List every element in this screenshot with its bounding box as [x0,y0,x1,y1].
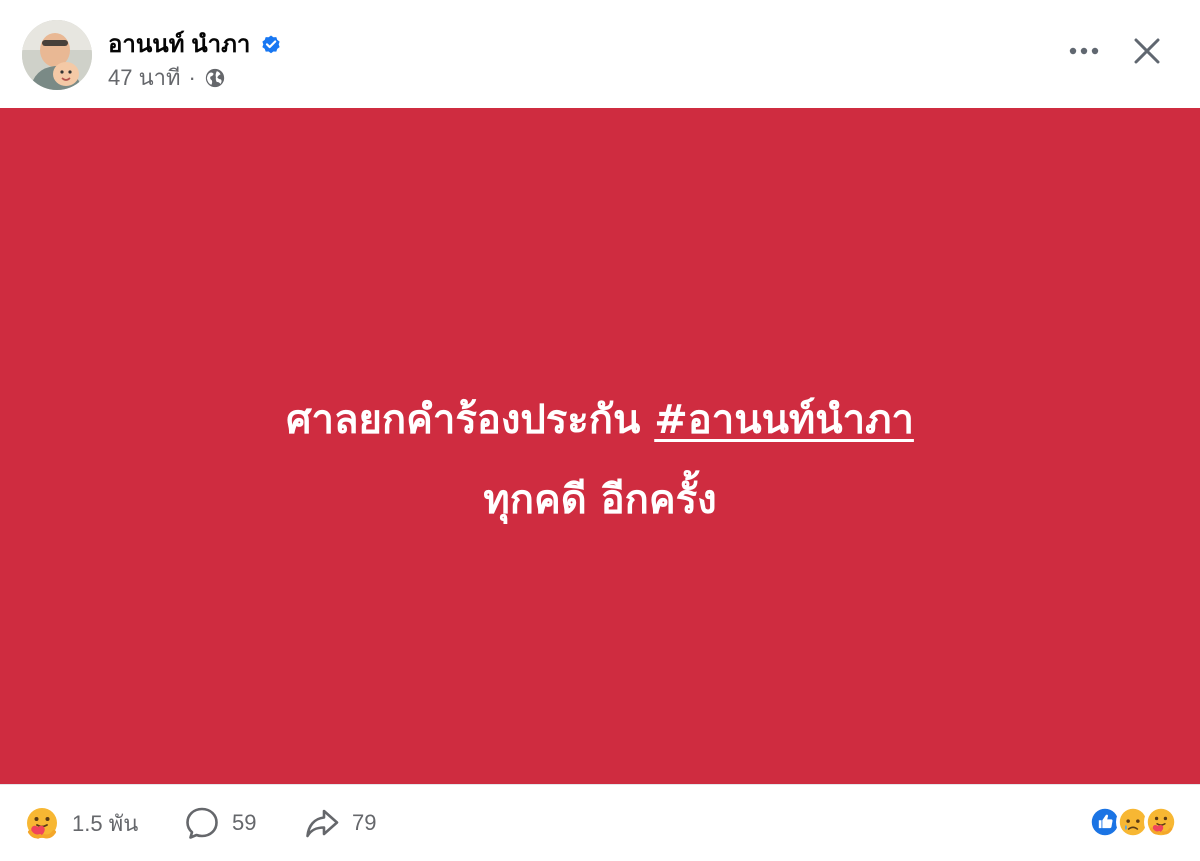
care-icon [1144,805,1178,839]
reactions-count[interactable]: 1.5 พัน [72,806,138,841]
post-timestamp[interactable]: 47 นาที [108,60,180,95]
close-button[interactable] [1124,28,1170,74]
image-hashtag: #อานนท์นำภา [654,397,914,443]
image-text-line-1: ศาลยกคำร้องประกัน #อานนท์นำภา [0,380,1200,460]
avatar-photo [22,20,92,90]
avatar[interactable] [22,20,92,90]
comment-icon [186,807,218,839]
share-button[interactable]: 79 [304,805,376,841]
close-icon [1134,38,1160,64]
post-header: อานนท์ นำภา 47 นาที · [0,0,1200,108]
more-horizontal-icon [1069,47,1099,55]
react-button[interactable]: 1.5 พัน [24,805,138,841]
comment-button[interactable]: 59 [184,805,256,841]
comments-count[interactable]: 59 [232,810,256,836]
image-text-line-1-main: ศาลยกคำร้องประกัน [286,397,655,443]
reaction-summary[interactable] [1088,805,1178,841]
verified-badge-icon [262,34,280,53]
image-text-line-2: ทุกคดี อีกครั้ง [483,477,717,523]
globe-icon [205,68,224,87]
meta-separator: · [188,64,196,90]
more-options-button[interactable] [1062,34,1106,68]
post-image[interactable]: ศาลยกคำร้องประกัน #อานนท์นำภา ทุกคดี อีก… [0,108,1200,784]
author-name-text[interactable]: อานนท์ นำภา [108,24,250,63]
facebook-post: อานนท์ นำภา 47 นาที · ศาลยกคำร้องประกัน … [0,0,1200,861]
share-icon [306,809,339,838]
post-footer: 1.5 พัน 59 79 [0,784,1200,861]
author-name[interactable]: อานนท์ นำภา [108,24,282,63]
post-meta: 47 นาที · [108,60,226,95]
post-image-text: ศาลยกคำร้องประกัน #อานนท์นำภา ทุกคดี อีก… [0,380,1200,540]
shares-count[interactable]: 79 [352,810,376,836]
care-icon [27,808,57,839]
